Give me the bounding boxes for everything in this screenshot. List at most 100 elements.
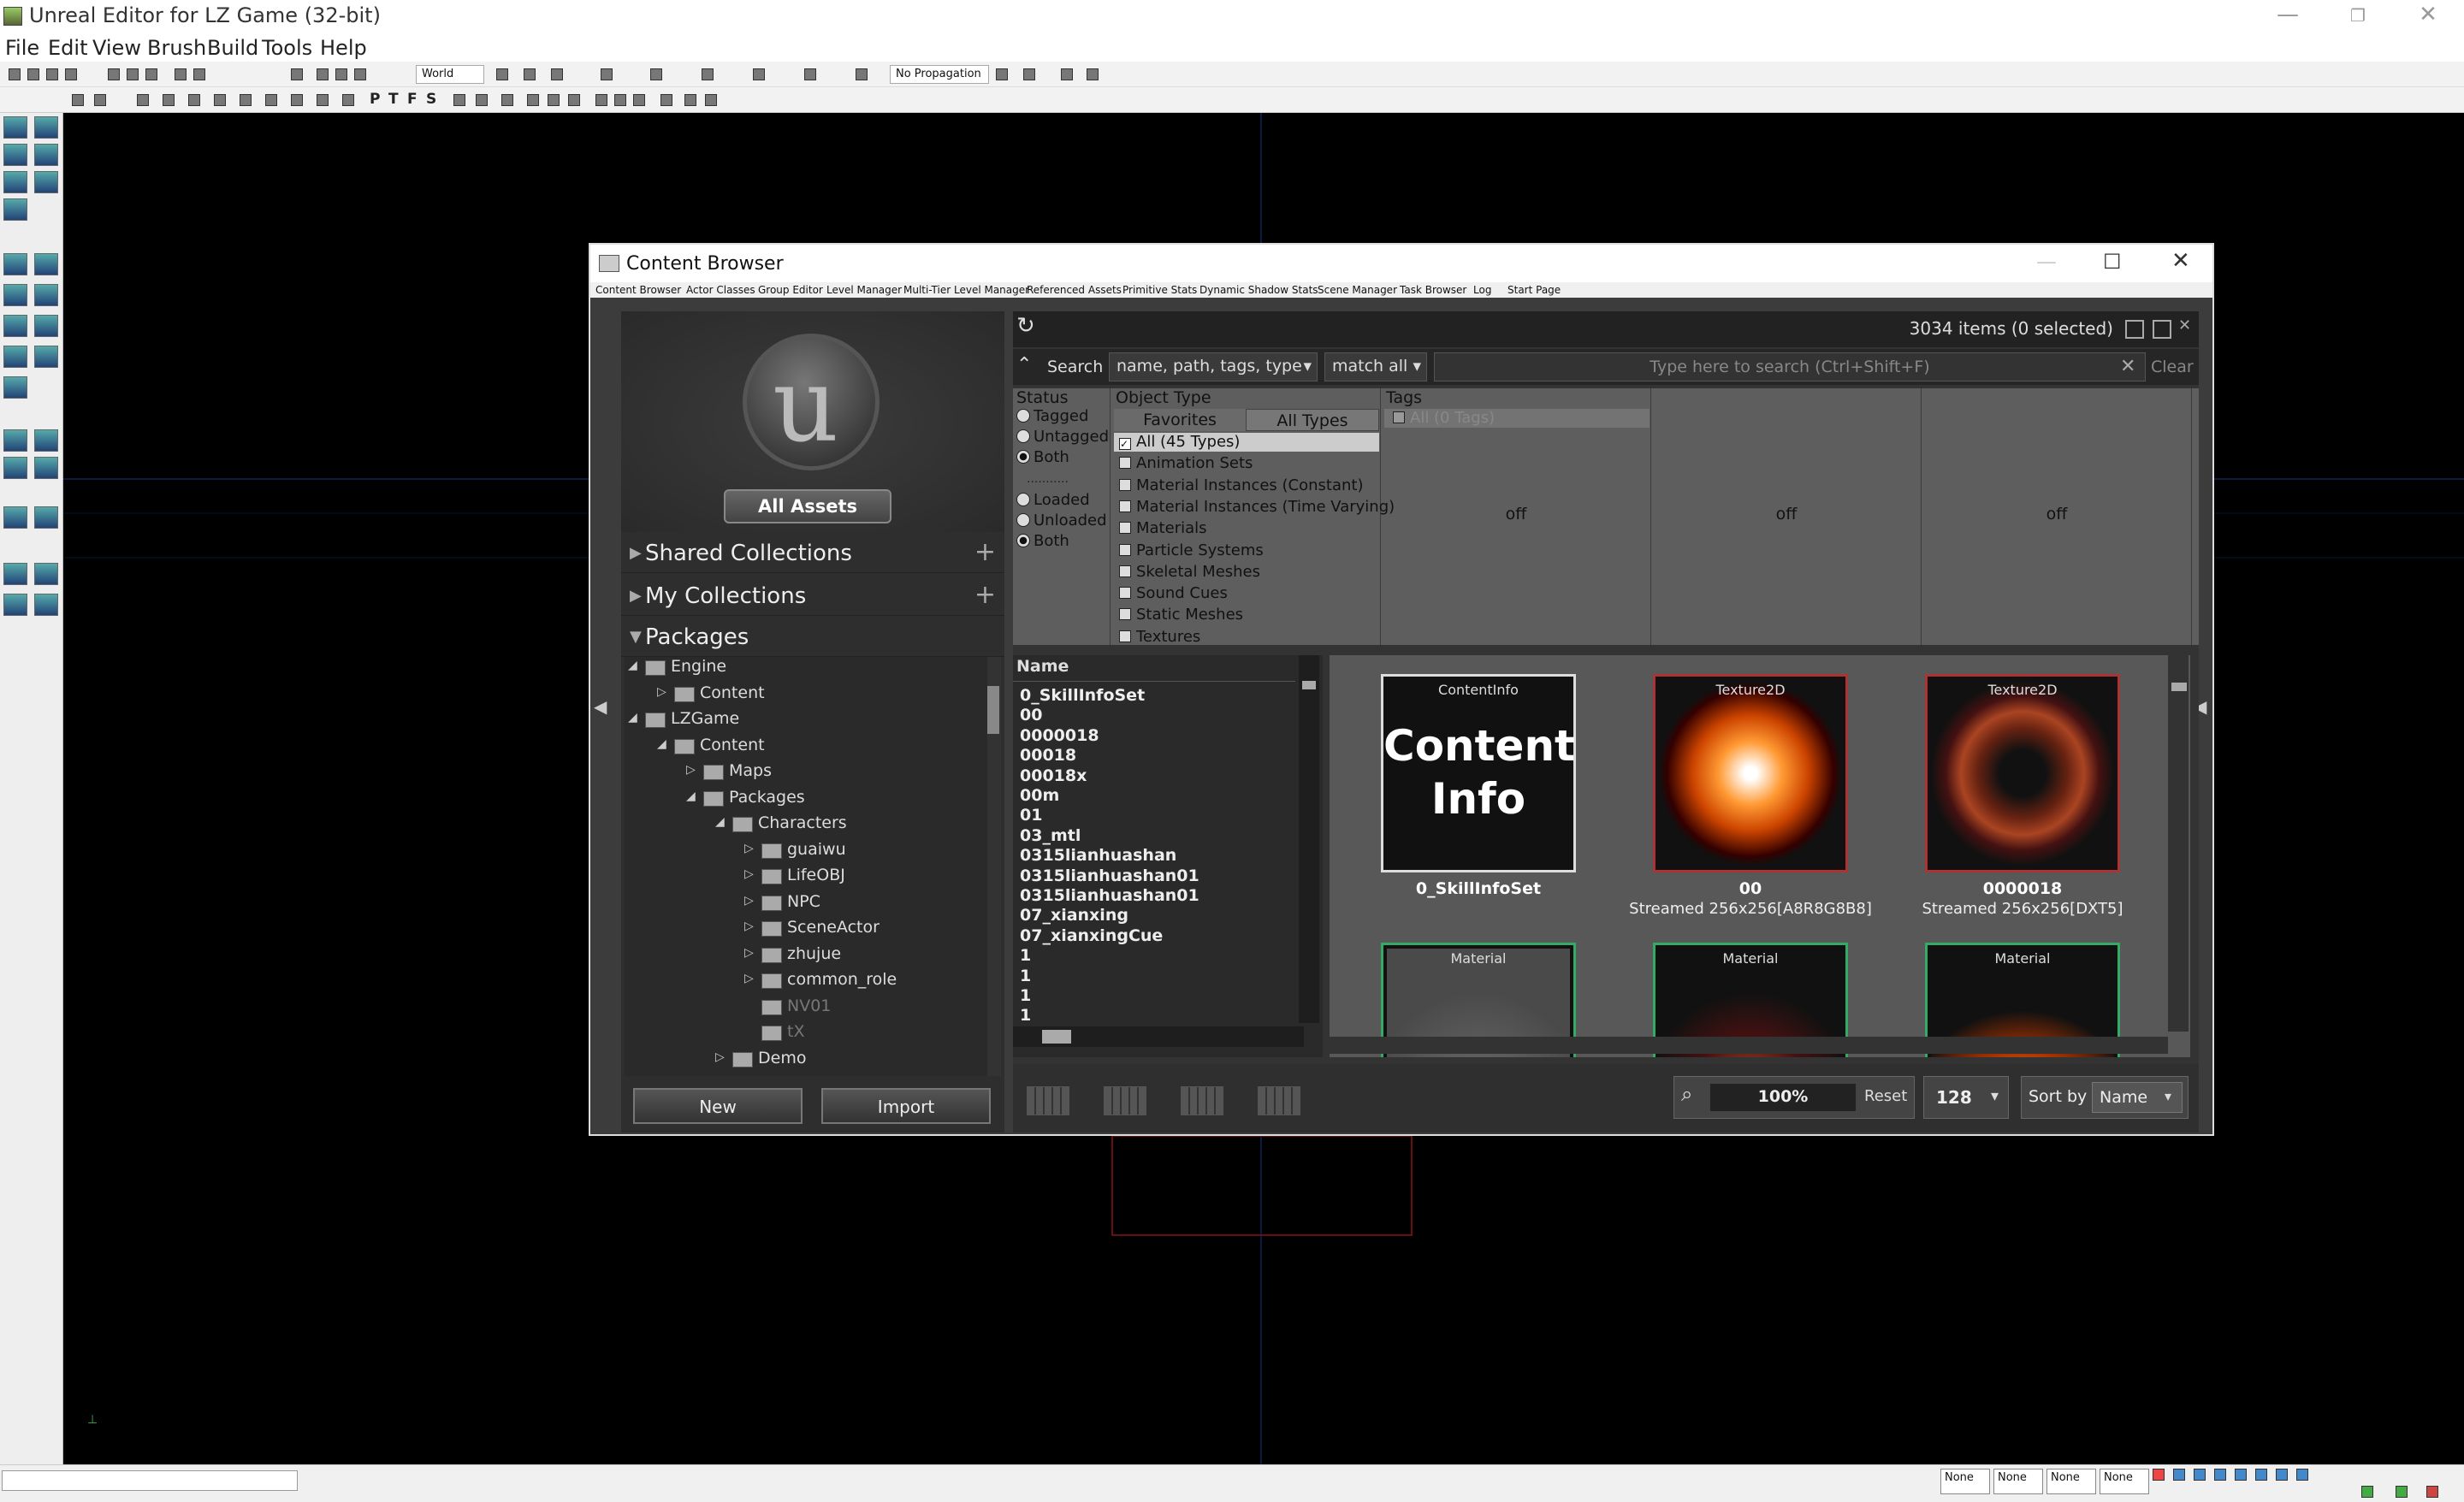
linear-stair-icon[interactable]	[3, 315, 27, 337]
side-mode[interactable]: S	[426, 91, 436, 108]
list-item[interactable]: 07_xianxing	[1020, 906, 1128, 925]
thumb-size-dropdown[interactable]: 128 ▾	[1923, 1076, 2009, 1119]
save-all-icon[interactable]	[65, 68, 77, 80]
refresh-icon[interactable]: ↻	[1016, 313, 1035, 339]
list-item[interactable]: 07_xianxingCue	[1020, 926, 1163, 945]
list-item[interactable]: 1	[1020, 1006, 1031, 1025]
kismet-icon[interactable]	[551, 68, 563, 80]
lighting-only-icon[interactable]	[214, 94, 226, 106]
clear-button[interactable]: Clear	[2151, 358, 2194, 376]
front-mode[interactable]: F	[407, 91, 418, 108]
type-filter-item[interactable]: Animation Sets	[1119, 454, 1253, 472]
status-tagged[interactable]: Tagged	[1016, 407, 1088, 425]
maximize-viewport-icon[interactable]	[614, 94, 626, 106]
close-browser-icon[interactable]: ✕	[2178, 316, 2191, 334]
play-in-editor-icon[interactable]	[996, 68, 1008, 80]
copy-icon[interactable]	[127, 68, 139, 80]
status-unloaded[interactable]: Unloaded	[1016, 512, 1107, 529]
tree-arrow-icon[interactable]: ◢	[628, 659, 637, 672]
type-filter-item[interactable]: Material Instances (Time Varying)	[1119, 498, 1395, 516]
drag-icon[interactable]	[660, 94, 672, 106]
menu-build[interactable]: Build	[207, 36, 258, 60]
mesh-paint-icon[interactable]	[34, 171, 58, 193]
tab-group-editor[interactable]: Group Editor	[758, 284, 823, 296]
all-types-tab[interactable]: All Types	[1246, 409, 1379, 431]
scrollbar-thumb[interactable]	[1302, 681, 1316, 689]
add-collection-icon[interactable]: +	[974, 580, 996, 610]
tray-icon[interactable]	[2296, 1469, 2308, 1481]
top-mode[interactable]: T	[388, 91, 399, 108]
menu-brush[interactable]: Brush	[147, 36, 206, 60]
hide-selected-icon[interactable]	[34, 563, 58, 585]
minimize-icon[interactable]: —	[2036, 250, 2057, 274]
tree-arrow-icon[interactable]: ▷	[744, 867, 754, 881]
menu-edit[interactable]: Edit	[48, 36, 87, 60]
select-invert-icon[interactable]	[3, 594, 27, 616]
ime-icon[interactable]	[2153, 1469, 2165, 1481]
search-input[interactable]: Type here to search (Ctrl+Shift+F)	[1434, 352, 2146, 381]
fullscreen-icon[interactable]	[705, 94, 717, 106]
type-filter-item[interactable]: Particle Systems	[1119, 541, 1264, 559]
tray-icon[interactable]	[2194, 1469, 2206, 1481]
import-button[interactable]: Import	[821, 1088, 991, 1124]
tree-arrow-icon[interactable]: ▷	[744, 842, 754, 855]
cube-brush-icon[interactable]	[3, 253, 27, 275]
menu-help[interactable]: Help	[320, 36, 367, 60]
tab-multi-tier-level-manager[interactable]: Multi-Tier Level Manager	[903, 284, 1029, 296]
split-icon[interactable]	[684, 94, 696, 106]
tab-actor-classes[interactable]: Actor Classes	[686, 284, 755, 296]
tab-content-browser[interactable]: Content Browser	[595, 284, 681, 296]
texture-density-icon[interactable]	[265, 94, 277, 106]
tab-dynamic-shadow-stats[interactable]: Dynamic Shadow Stats	[1199, 284, 1318, 296]
close-icon[interactable]: ✕	[2411, 2, 2445, 27]
menu-file[interactable]: File	[5, 36, 39, 60]
grid-layout-1-icon[interactable]	[1027, 1086, 1069, 1115]
tree-arrow-icon[interactable]: ▷	[715, 1050, 725, 1064]
spiral-stair-icon[interactable]	[3, 346, 27, 368]
tree-arrow-icon[interactable]: ▷	[744, 946, 754, 960]
csg-intersect-icon[interactable]	[3, 457, 27, 479]
favorites-tab[interactable]: Favorites	[1114, 409, 1246, 431]
scrollbar-thumb[interactable]	[987, 686, 999, 734]
rotation-snap-icon[interactable]	[548, 94, 560, 106]
sort-by-dropdown[interactable]: Name ▾	[2092, 1082, 2183, 1113]
list-item[interactable]: 0315lianhuashan01	[1020, 866, 1199, 885]
list-item[interactable]: 0315lianhuashan	[1020, 846, 1176, 865]
grid-layout-2-icon[interactable]	[1104, 1086, 1146, 1115]
select-icon[interactable]	[291, 68, 303, 80]
tray-icon[interactable]	[2235, 1469, 2247, 1481]
add-volume-icon[interactable]	[3, 506, 27, 529]
list-item[interactable]: 0315lianhuashan01	[1020, 886, 1199, 905]
coord-system-select[interactable]: World	[416, 65, 484, 84]
move-mode-icon[interactable]	[34, 144, 58, 166]
tray-icon[interactable]	[2255, 1469, 2267, 1481]
scrollbar-thumb[interactable]	[1042, 1030, 1071, 1044]
tree-arrow-icon[interactable]: ◢	[657, 737, 666, 751]
checkmark-icon[interactable]	[2396, 1486, 2408, 1498]
curved-stair-icon[interactable]	[3, 284, 27, 306]
tree-arrow-icon[interactable]: ◢	[686, 789, 696, 803]
paste-icon[interactable]	[145, 68, 157, 80]
scale-icon[interactable]	[354, 68, 366, 80]
csg-subtract-icon[interactable]	[34, 429, 58, 452]
list-item[interactable]: 00018	[1020, 746, 1076, 765]
list-item[interactable]: 0_SkillInfoSet	[1020, 686, 1145, 705]
tray-icon[interactable]	[2214, 1469, 2226, 1481]
asset-thumbnail[interactable]: Texture2D	[1925, 674, 2120, 872]
cone-brush-icon[interactable]	[34, 253, 58, 275]
list-hscrollbar[interactable]	[1013, 1026, 1304, 1047]
tray-icon[interactable]	[2173, 1469, 2185, 1481]
type-filter-item[interactable]: Static Meshes	[1119, 606, 1243, 624]
type-filter-item[interactable]: Material Instances (Constant)	[1119, 476, 1363, 494]
light-icon[interactable]	[1087, 68, 1099, 80]
tray-icon[interactable]	[2276, 1469, 2288, 1481]
volume-brush-icon[interactable]	[3, 376, 27, 399]
grid-layout-4-icon[interactable]	[1258, 1086, 1300, 1115]
matinee-icon[interactable]	[601, 68, 613, 80]
geometry-mode-icon[interactable]	[34, 116, 58, 139]
list-item[interactable]: 00	[1020, 706, 1042, 724]
tab-task-browser[interactable]: Task Browser	[1400, 284, 1466, 296]
csg-add-icon[interactable]	[3, 429, 27, 452]
unlit-icon[interactable]	[163, 94, 175, 106]
view-mode-icon[interactable]	[2125, 320, 2144, 339]
